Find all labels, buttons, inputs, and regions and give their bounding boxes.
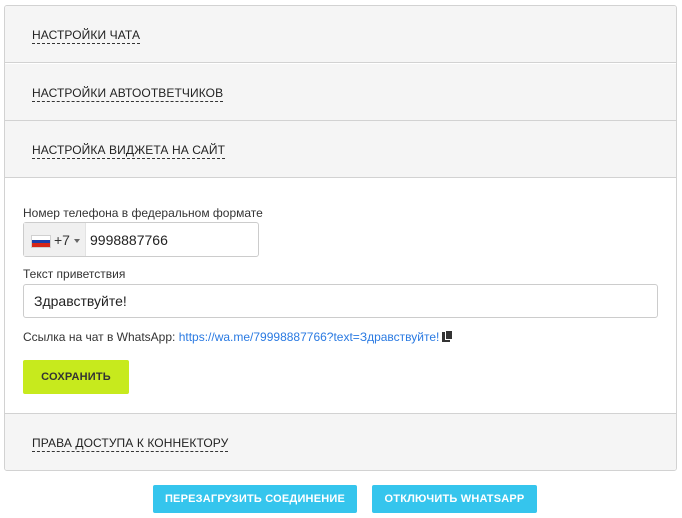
whatsapp-chat-link[interactable]: https://wa.me/79998887766?text=Здравству… (179, 330, 440, 344)
greeting-label: Текст приветствия (23, 267, 126, 281)
disconnect-whatsapp-button[interactable]: ОТКЛЮЧИТЬ WHATSAPP (372, 485, 537, 513)
section-access-rights-title[interactable]: Права доступа к коннектору (32, 436, 229, 452)
section-chat-settings-title[interactable]: Настройки чата (32, 28, 141, 44)
whatsapp-link-line: Ссылка на чат в WhatsApp: https://wa.me/… (23, 330, 454, 344)
phone-label: Номер телефона в федеральном формате (23, 206, 263, 220)
section-access-rights[interactable]: Права доступа к коннектору (5, 413, 676, 470)
settings-accordion: Настройки чата Настройки автоответчиков … (4, 5, 677, 471)
greeting-input[interactable] (23, 284, 658, 318)
phone-input[interactable] (90, 223, 256, 256)
russia-flag-icon (31, 235, 51, 248)
whatsapp-link-label: Ссылка на чат в WhatsApp: (23, 330, 176, 344)
reload-connection-button[interactable]: ПЕРЕЗАГРУЗИТЬ СОЕДИНЕНИЕ (153, 485, 357, 513)
dial-code: +7 (54, 232, 70, 248)
phone-field: +7 (23, 222, 259, 257)
section-chat-settings[interactable]: Настройки чата (5, 6, 676, 63)
section-autoresponder-settings-title[interactable]: Настройки автоответчиков (32, 86, 224, 102)
save-button[interactable]: СОХРАНИТЬ (23, 360, 129, 394)
section-widget-settings-title[interactable]: Настройка виджета на сайт (32, 143, 226, 159)
widget-settings-panel: Номер телефона в федеральном формате +7 … (5, 179, 676, 412)
section-autoresponder-settings[interactable]: Настройки автоответчиков (5, 64, 676, 121)
section-widget-settings[interactable]: Настройка виджета на сайт (5, 121, 676, 178)
copy-icon[interactable] (442, 330, 454, 342)
chevron-down-icon (74, 239, 80, 243)
country-selector[interactable]: +7 (24, 223, 86, 256)
